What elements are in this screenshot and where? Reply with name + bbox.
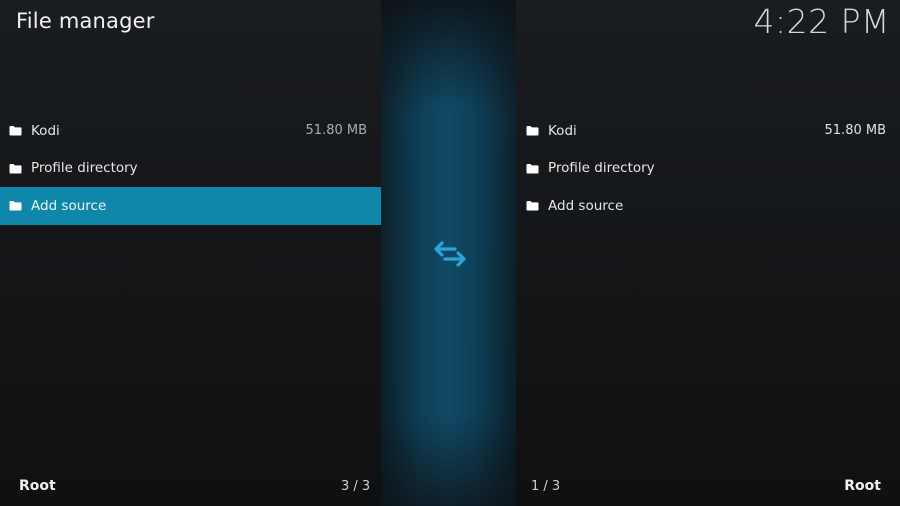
folder-icon — [526, 201, 539, 211]
list-item[interactable]: Kodi 51.80 MB — [0, 112, 381, 150]
folder-icon — [526, 126, 539, 136]
list-item[interactable]: Profile directory — [516, 150, 900, 188]
list-item[interactable]: Kodi 51.80 MB — [516, 112, 900, 150]
clock: 4:22 PM — [753, 2, 890, 41]
left-path-label: Root — [19, 478, 56, 494]
list-item-label: Profile directory — [548, 160, 655, 177]
folder-icon — [526, 163, 539, 174]
list-item-label: Kodi — [548, 122, 577, 139]
swap-arrows-icon[interactable] — [433, 238, 467, 270]
list-item[interactable]: Profile directory — [0, 150, 381, 188]
left-file-list: Kodi 51.80 MB Profile directory Add sour… — [0, 112, 381, 225]
list-item-selected[interactable]: Add source — [0, 187, 381, 225]
file-manager-screen: File manager 4:22 PM Kodi 51.80 MB Profi… — [0, 0, 900, 506]
list-item-size: 51.80 MB — [305, 123, 367, 139]
list-item-label: Add source — [548, 197, 624, 214]
right-path-label: Root — [844, 478, 881, 494]
list-item-label: Kodi — [31, 122, 60, 139]
folder-icon — [9, 201, 22, 211]
list-item-size: 51.80 MB — [824, 123, 886, 139]
list-item-label: Profile directory — [31, 160, 138, 177]
right-file-list: Kodi 51.80 MB Profile directory Add sour… — [516, 112, 900, 225]
left-item-count: 3 / 3 — [341, 479, 371, 494]
right-item-count: 1 / 3 — [531, 479, 561, 494]
page-title: File manager — [16, 9, 155, 33]
folder-icon — [9, 163, 22, 174]
list-item-label: Add source — [31, 197, 107, 214]
folder-icon — [9, 126, 22, 136]
list-item[interactable]: Add source — [516, 187, 900, 225]
